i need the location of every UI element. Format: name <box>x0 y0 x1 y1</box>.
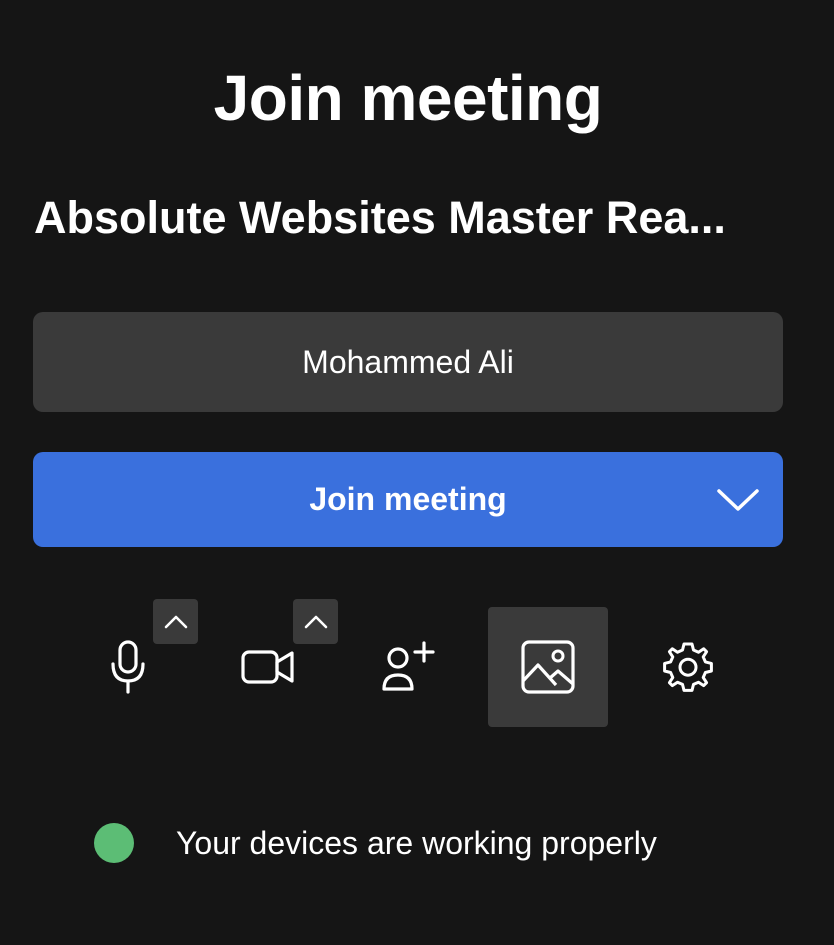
microphone-button[interactable] <box>100 637 156 697</box>
device-status: Your devices are working properly <box>94 820 657 866</box>
settings-button[interactable] <box>658 637 718 697</box>
invite-button[interactable] <box>378 638 438 696</box>
camera-button[interactable] <box>238 642 298 692</box>
join-meeting-label: Join meeting <box>309 481 507 517</box>
chevron-down-icon[interactable] <box>713 482 763 516</box>
add-person-icon <box>382 641 435 691</box>
camera-options-button[interactable] <box>293 599 338 644</box>
status-text: Your devices are working properly <box>176 824 657 861</box>
microphone-icon <box>111 640 145 694</box>
gear-icon <box>663 642 713 692</box>
image-icon <box>521 640 575 694</box>
meeting-name: Absolute Websites Master Rea... <box>34 192 726 243</box>
video-camera-icon <box>241 650 294 684</box>
chevron-up-icon <box>304 615 327 628</box>
display-name-input[interactable] <box>33 312 783 412</box>
status-indicator-dot <box>94 823 134 863</box>
microphone-options-button[interactable] <box>153 599 198 644</box>
background-button[interactable] <box>488 607 608 727</box>
page-title: Join meeting <box>213 62 603 134</box>
join-meeting-button[interactable]: Join meeting <box>33 452 783 547</box>
chevron-up-icon <box>164 615 187 628</box>
